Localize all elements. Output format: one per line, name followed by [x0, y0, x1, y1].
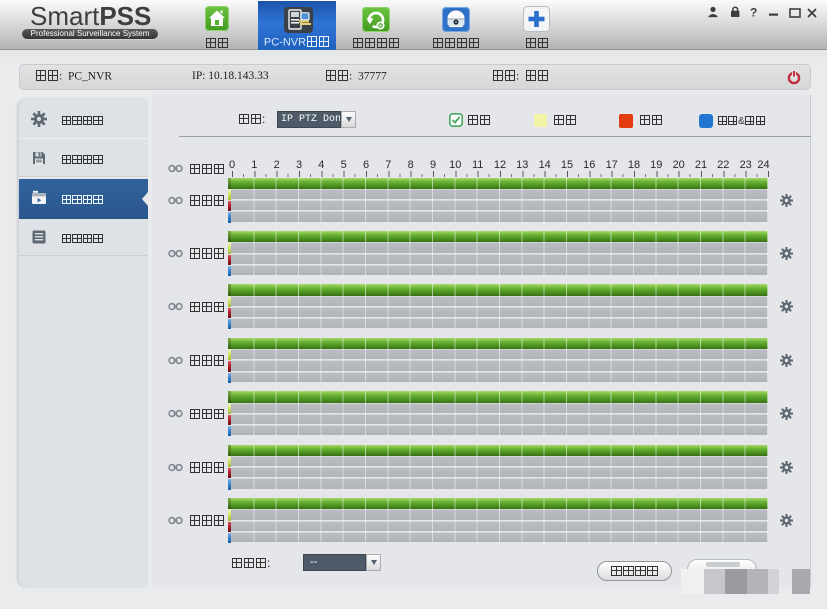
svg-text:?: ? — [750, 6, 757, 18]
